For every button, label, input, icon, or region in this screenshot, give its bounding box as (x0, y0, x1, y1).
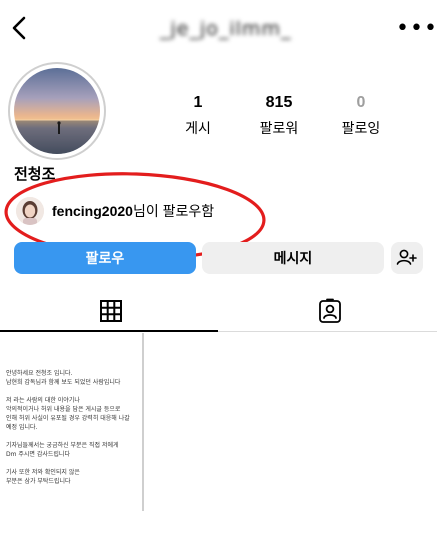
follower-avatar (16, 197, 44, 225)
post-thumbnail[interactable]: 안녕하세요 전청조 입니다. 남현희 감독님과 함께 보도 되었던 사람입니다 … (0, 333, 144, 511)
post-text-line: 예정 입니다. (6, 424, 38, 431)
post-text-line: 부분은 삼가 부탁드립니다 (6, 478, 71, 485)
message-button[interactable]: 메시지 (202, 242, 384, 274)
top-bar: _je_jo_ilmm_ ••• (0, 0, 437, 56)
post-text-line: 안녕하세요 전청조 입니다. (6, 370, 73, 377)
post-text-line: 기자님들께서는 궁금하신 부분은 직접 저에게 (6, 442, 119, 449)
following-count-label: 팔로잉 (341, 121, 381, 137)
post-text-line: Dm 주시면 감사드립니다 (6, 451, 70, 458)
active-tab-indicator (0, 330, 218, 332)
followed-by-suffix: 님이 팔로우함 (132, 203, 215, 219)
posts-count-label: 게시 (185, 121, 211, 137)
followers-count[interactable]: 815 팔로워 (244, 94, 314, 138)
post-text-line: 기사 또한 저와 확인되지 않은 (6, 469, 80, 476)
follower-username[interactable]: fencing2020 (52, 203, 133, 219)
followed-by-row[interactable]: fencing2020님이 팔로우함 (16, 196, 214, 226)
avatar[interactable] (14, 68, 100, 154)
suggest-people-button[interactable] (391, 242, 423, 274)
post-text-line: 인해 허위 사실이 유포될 경우 강력히 대응해 나갈 (6, 415, 130, 422)
posts-count-value: 1 (193, 94, 203, 111)
post-text-line: 악의적이거나 허위 내용을 담은 게시글 등으로 (6, 406, 121, 413)
profile-name: 전청조 (14, 165, 56, 183)
grid-icon[interactable] (96, 296, 126, 326)
followed-by-text: fencing2020님이 팔로우함 (52, 201, 214, 221)
followers-count-value: 815 (265, 94, 293, 111)
chevron-left-icon[interactable] (8, 14, 32, 42)
tagged-person-icon[interactable] (315, 296, 345, 326)
follow-button[interactable]: 팔로우 (14, 242, 196, 274)
profile-username: _je_jo_ilmm_ (160, 18, 292, 40)
following-count[interactable]: 0 팔로잉 (326, 94, 396, 138)
following-count-value: 0 (356, 94, 366, 111)
posts-count: 1 게시 (163, 94, 233, 138)
post-text-line: 저 라는 사람의 대한 이야기나 (6, 397, 80, 404)
add-person-icon (396, 249, 417, 265)
more-horizontal-icon[interactable]: ••• (396, 16, 437, 41)
post-text-line: 남현희 감독님과 함께 보도 되었던 사람입니다 (6, 379, 121, 386)
followers-count-label: 팔로워 (259, 121, 299, 137)
